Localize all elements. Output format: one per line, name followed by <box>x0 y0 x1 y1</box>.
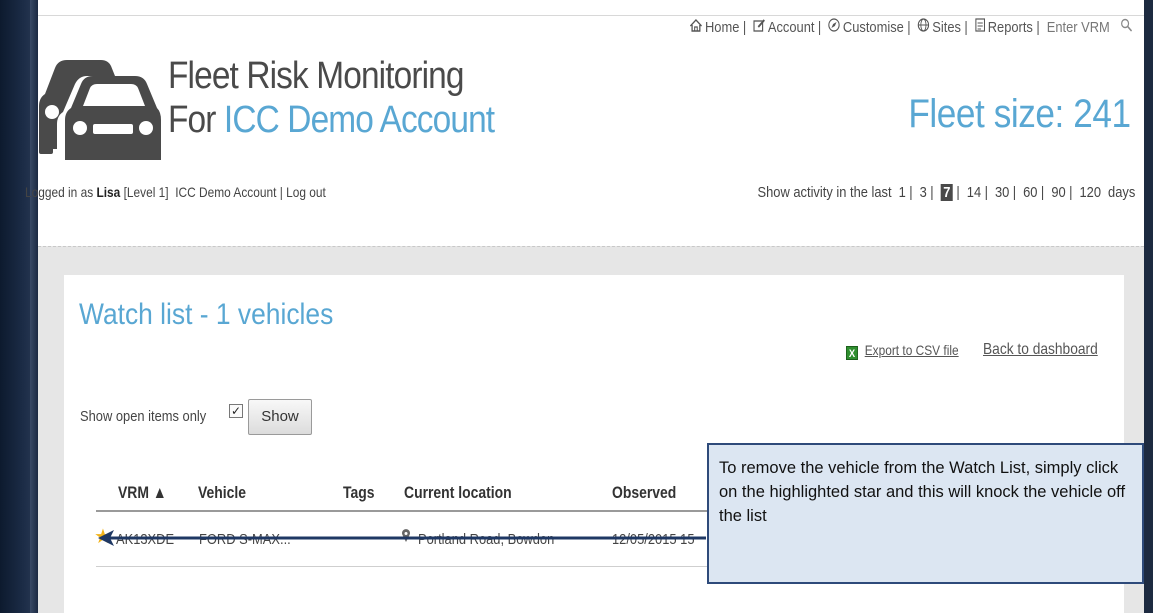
annotation-callout: To remove the vehicle from the Watch Lis… <box>707 443 1144 584</box>
activity-option[interactable]: 60 <box>1019 184 1040 201</box>
car-logo-icon <box>39 60 161 160</box>
search-icon[interactable] <box>1120 18 1133 36</box>
cell-location: Portland Road, Bowdon <box>418 531 555 548</box>
page-title: Watch list - 1 vehicles <box>79 298 334 331</box>
nav-home[interactable]: Home <box>705 19 739 36</box>
export-csv-link[interactable]: X Export to CSV file <box>846 342 959 360</box>
fleet-size: Fleet size: 241 <box>908 92 1132 136</box>
report-icon <box>975 18 985 36</box>
edit-icon <box>753 19 766 36</box>
activity-unit: days <box>1107 184 1135 201</box>
column-header-observed[interactable]: Observed <box>612 483 676 503</box>
nav-customise[interactable]: Customise <box>843 19 904 36</box>
column-header-vehicle[interactable]: Vehicle <box>198 483 246 503</box>
column-header-tags[interactable]: Tags <box>343 483 375 503</box>
login-account: ICC Demo Account <box>175 184 277 200</box>
cell-vehicle: FORD S-MAX... <box>199 531 291 548</box>
star-icon[interactable]: ★ <box>94 527 112 547</box>
brand-account: For ICC Demo Account <box>168 99 495 142</box>
login-prefix: Logged in as <box>25 184 97 200</box>
activity-option[interactable]: 120 <box>1076 184 1104 201</box>
activity-option[interactable]: 1 <box>895 184 909 201</box>
nav-separator: | <box>742 19 747 36</box>
login-level: [Level 1] <box>120 184 169 200</box>
compass-icon <box>828 18 841 36</box>
activity-option[interactable]: 3 <box>916 184 930 201</box>
activity-option[interactable]: 90 <box>1048 184 1069 201</box>
activity-option[interactable]: 14 <box>963 184 984 201</box>
activity-label: Show activity in the last <box>757 184 892 201</box>
globe-icon <box>918 18 930 36</box>
table-row-divider <box>96 566 716 567</box>
nav-separator: | <box>964 19 968 36</box>
brand-prefix: For <box>168 99 224 141</box>
brand-title: Fleet Risk Monitoring <box>168 55 464 97</box>
vrm-search-input[interactable]: Enter VRM <box>1047 19 1110 36</box>
table-header-divider <box>96 510 716 512</box>
cell-vrm[interactable]: AK13XDE <box>116 531 174 548</box>
column-header-location[interactable]: Current location <box>404 483 512 503</box>
export-csv-label[interactable]: Export to CSV file <box>865 342 959 358</box>
column-header-vrm[interactable]: VRM ▲ <box>118 483 167 503</box>
filter-label: Show open items only <box>80 408 207 425</box>
cell-observed: 12/05/2015 15 <box>612 531 695 548</box>
logout-link[interactable]: Log out <box>286 184 326 200</box>
back-to-dashboard-link[interactable]: Back to dashboard <box>983 341 1098 359</box>
nav-separator: | <box>818 19 822 36</box>
login-status: Logged in as Lisa [Level 1] ICC Demo Acc… <box>25 184 326 200</box>
top-window-border <box>38 0 1144 16</box>
nav-sites[interactable]: Sites <box>932 19 961 36</box>
screenshot-stage: Fleet Risk Monitoring For ICC Demo Accou… <box>0 0 1153 613</box>
home-icon <box>690 18 703 36</box>
top-navigation: Home | Account | Customise | Sites | Reports… <box>690 18 1135 36</box>
brand-account-name: ICC Demo Account <box>223 99 495 141</box>
nav-account[interactable]: Account <box>768 19 815 36</box>
excel-icon: X <box>846 346 858 360</box>
activity-filter: Show activity in the last 1 | 3 | 7 | 14 | 3… <box>757 184 1135 201</box>
activity-option-selected[interactable]: 7 <box>940 184 953 201</box>
login-user: Lisa <box>96 184 121 200</box>
nav-separator: | <box>907 19 911 36</box>
nav-reports[interactable]: Reports <box>988 19 1033 36</box>
show-button[interactable]: Show <box>248 399 312 435</box>
location-pin-icon <box>401 529 411 546</box>
open-items-checkbox[interactable]: ✓ <box>229 404 243 418</box>
activity-option[interactable]: 30 <box>991 184 1012 201</box>
left-window-border <box>0 0 38 613</box>
right-window-border <box>1144 0 1153 613</box>
nav-separator: | <box>1036 19 1040 36</box>
